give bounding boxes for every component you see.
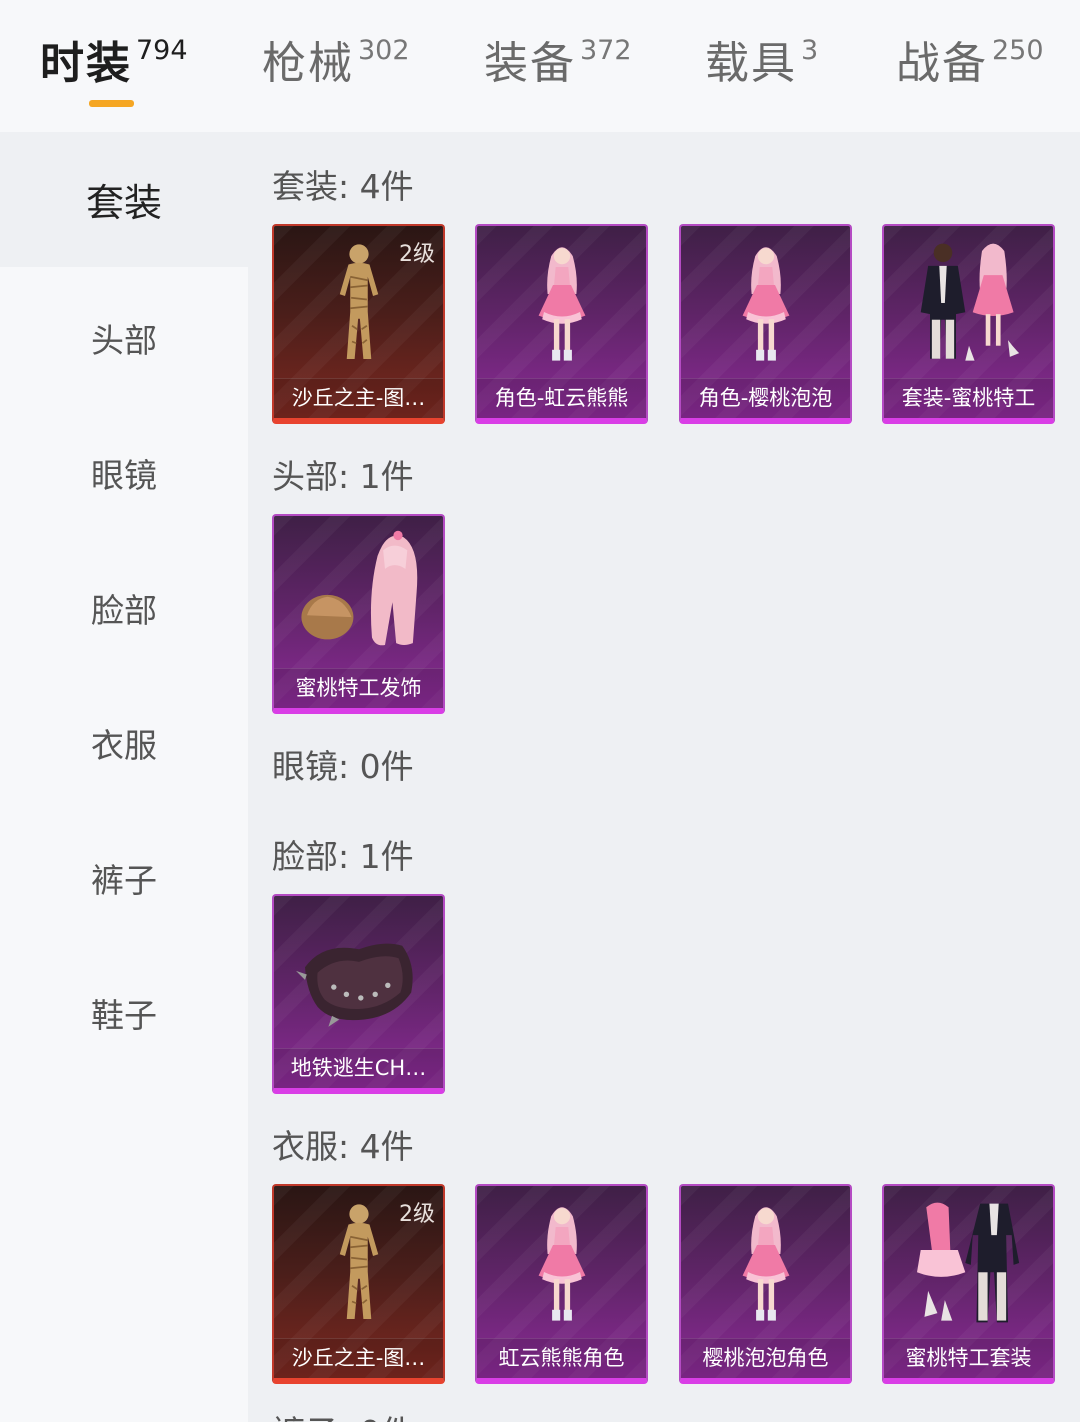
item-card[interactable]: 虹云熊熊角色 xyxy=(475,1184,648,1384)
section-title-glasses: 眼镜: 0件 xyxy=(272,747,414,786)
tab-label: 时装 xyxy=(40,38,132,89)
tab-supplies[interactable]: 战备 250 xyxy=(896,36,1044,96)
item-name: 地铁逃生CH… xyxy=(274,1048,443,1088)
category-sidebar: 套装 头部 眼镜 脸部 衣服 裤子 鞋子 xyxy=(0,132,248,1422)
tab-label: 战备 xyxy=(896,38,988,89)
pink-dress-character-icon xyxy=(526,238,598,368)
section-title-suits: 套装: 4件 xyxy=(272,167,414,206)
pink-dress-character-icon xyxy=(730,238,802,368)
tab-label: 装备 xyxy=(484,38,576,89)
item-name: 沙丘之主-图… xyxy=(274,1338,443,1378)
tuxedo-and-dress-icon xyxy=(904,1198,1034,1328)
item-name: 角色-虹云熊熊 xyxy=(477,378,646,418)
item-name: 蜜桃特工套装 xyxy=(884,1338,1053,1378)
tab-equipment[interactable]: 装备 372 xyxy=(484,36,632,96)
section-title-clothes: 衣服: 4件 xyxy=(272,1127,414,1166)
item-card[interactable]: 蜜桃特工套装 xyxy=(882,1184,1055,1384)
sidebar-item-shoes[interactable]: 鞋子 xyxy=(0,945,248,1080)
tab-label: 枪械 xyxy=(262,38,354,89)
item-name: 沙丘之主-图… xyxy=(274,378,443,418)
tab-vehicles[interactable]: 载具 3 xyxy=(705,36,818,96)
mummy-outfit-icon xyxy=(324,238,394,368)
item-card[interactable]: 地铁逃生CH… xyxy=(272,894,445,1094)
item-card[interactable]: 樱桃泡泡角色 xyxy=(679,1184,852,1384)
level-badge: 2级 xyxy=(399,242,435,267)
tab-fashion[interactable]: 时装 794 xyxy=(40,36,188,96)
tab-count: 302 xyxy=(358,35,410,66)
sidebar-item-face[interactable]: 脸部 xyxy=(0,540,248,675)
hair-wig-icon xyxy=(294,528,424,658)
tab-count: 3 xyxy=(801,35,819,66)
section-title-pants: 裤子: 0件 xyxy=(272,1406,414,1422)
tab-label: 载具 xyxy=(705,38,797,89)
item-name: 蜜桃特工发饰 xyxy=(274,668,443,708)
item-name: 虹云熊熊角色 xyxy=(477,1338,646,1378)
sidebar-item-glasses[interactable]: 眼镜 xyxy=(0,405,248,540)
item-card[interactable]: 角色-樱桃泡泡 xyxy=(679,224,852,424)
mummy-outfit-icon xyxy=(324,1198,394,1328)
item-list[interactable]: 套装: 4件 2级 沙丘之主-图… 角色-虹云熊熊 角色-樱桃泡泡 套装-蜜桃特… xyxy=(248,132,1080,1422)
item-card[interactable]: 2级 沙丘之主-图… xyxy=(272,1184,445,1384)
item-card[interactable]: 2级 沙丘之主-图… xyxy=(272,224,445,424)
tab-count: 250 xyxy=(992,35,1044,66)
top-tab-bar: 时装 794 枪械 302 装备 372 载具 3 战备 250 xyxy=(0,0,1080,132)
item-name: 套装-蜜桃特工 xyxy=(884,378,1053,418)
section-title-face: 脸部: 1件 xyxy=(272,837,414,876)
pink-dress-character-icon xyxy=(730,1198,802,1328)
tab-count: 794 xyxy=(136,35,188,66)
active-tab-indicator xyxy=(89,100,134,107)
item-card[interactable]: 角色-虹云熊熊 xyxy=(475,224,648,424)
item-card[interactable]: 蜜桃特工发饰 xyxy=(272,514,445,714)
item-card[interactable]: 套装-蜜桃特工 xyxy=(882,224,1055,424)
sidebar-item-suits[interactable]: 套装 xyxy=(0,132,248,267)
level-badge: 2级 xyxy=(399,1202,435,1227)
sidebar-item-pants[interactable]: 裤子 xyxy=(0,810,248,945)
item-name: 角色-樱桃泡泡 xyxy=(681,378,850,418)
pink-dress-character-icon xyxy=(526,1198,598,1328)
face-mask-icon xyxy=(296,924,422,1034)
sidebar-item-clothes[interactable]: 衣服 xyxy=(0,675,248,810)
section-title-head: 头部: 1件 xyxy=(272,457,414,496)
tab-guns[interactable]: 枪械 302 xyxy=(262,36,410,96)
tuxedo-and-dress-icon xyxy=(904,238,1034,368)
tab-count: 372 xyxy=(580,35,632,66)
item-name: 樱桃泡泡角色 xyxy=(681,1338,850,1378)
sidebar-item-head[interactable]: 头部 xyxy=(0,270,248,405)
